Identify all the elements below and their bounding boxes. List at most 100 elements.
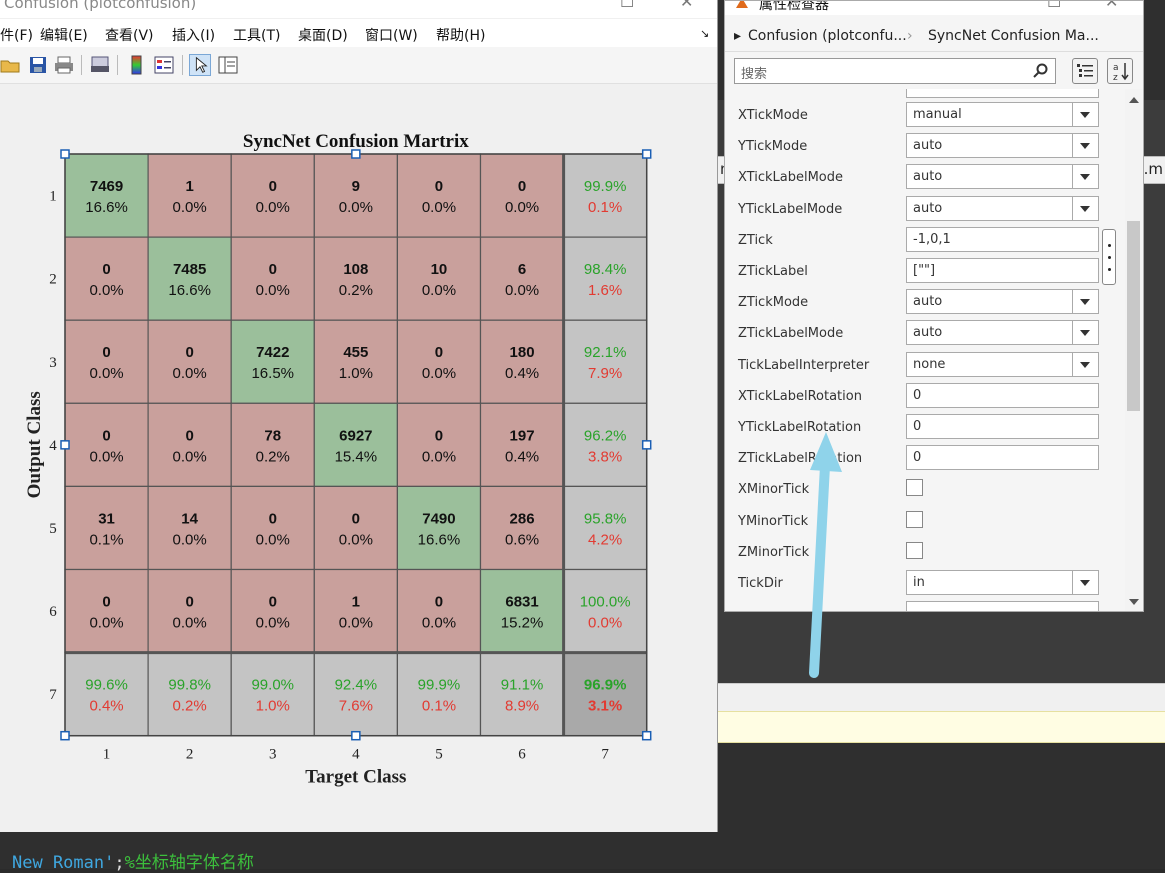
close-icon[interactable]: ✕ xyxy=(1105,1,1118,11)
cell-count: 99.9% xyxy=(584,178,627,195)
property-dropdown[interactable]: none xyxy=(906,351,1099,377)
property-text-field[interactable]: 0 xyxy=(906,414,1099,439)
breadcrumb-figure[interactable]: Confusion (plotconfu... xyxy=(748,28,907,44)
pointer-icon[interactable] xyxy=(189,54,211,76)
property-text-field[interactable]: 0 xyxy=(906,445,1099,471)
menu-item[interactable]: 件(F) xyxy=(0,25,33,45)
cell-count: 0 xyxy=(102,261,110,278)
property-dropdown[interactable]: in xyxy=(906,570,1099,595)
menu-item[interactable]: 窗口(W) xyxy=(365,25,418,45)
cell-count: 98.4% xyxy=(584,261,627,278)
menu-item[interactable]: 编辑(E) xyxy=(40,25,88,45)
selection-handle[interactable] xyxy=(641,149,652,159)
property-value: auto xyxy=(913,200,943,216)
inspector-scrollbar[interactable] xyxy=(1125,89,1142,611)
property-dropdown[interactable]: auto xyxy=(906,133,1099,159)
menu-item[interactable]: 查看(V) xyxy=(105,25,154,45)
save-icon[interactable] xyxy=(27,54,49,76)
maximize-icon[interactable]: ☐ xyxy=(620,0,634,11)
selection-handle[interactable] xyxy=(351,730,361,741)
cell-count: 7422 xyxy=(256,344,289,361)
cell-percent: 0.0% xyxy=(89,615,123,632)
property-value: 0 xyxy=(913,419,922,434)
open-folder-icon[interactable] xyxy=(0,54,22,76)
dropdown-arrow-icon[interactable] xyxy=(1072,103,1098,126)
selection-handle[interactable] xyxy=(641,730,652,741)
property-row: ZMinorTick xyxy=(725,537,1125,568)
search-icon xyxy=(1033,63,1048,78)
property-name: ZTickLabelRotation xyxy=(738,451,863,467)
dropdown-arrow-icon[interactable] xyxy=(1072,290,1098,314)
dropdown-arrow-icon[interactable] xyxy=(1072,321,1098,345)
more-options-button[interactable] xyxy=(1102,229,1116,285)
selection-handle[interactable] xyxy=(60,440,70,450)
selection-handle[interactable] xyxy=(60,149,70,159)
property-dropdown[interactable]: auto xyxy=(906,164,1099,190)
property-search-input[interactable]: 搜索 xyxy=(734,58,1056,84)
property-checkbox[interactable] xyxy=(906,541,923,559)
property-dropdown[interactable]: auto xyxy=(906,289,1099,315)
property-text-field[interactable]: 0 xyxy=(906,382,1099,408)
cell-percent: 0.0% xyxy=(422,282,456,299)
property-name: YTickLabelRotation xyxy=(738,420,862,435)
menu-item[interactable]: 桌面(D) xyxy=(298,25,348,45)
cell-percent: 7.6% xyxy=(339,698,373,715)
property-dropdown[interactable]: auto xyxy=(906,195,1099,221)
selection-handle[interactable] xyxy=(351,149,361,159)
selection-handle[interactable] xyxy=(641,440,652,450)
breadcrumb-axes[interactable]: SyncNet Confusion Ma... xyxy=(928,28,1099,44)
property-name: XTickLabelMode xyxy=(738,170,843,186)
close-icon[interactable]: ✕ xyxy=(680,0,693,11)
property-dropdown[interactable]: auto xyxy=(906,320,1099,346)
scroll-up-icon[interactable] xyxy=(1129,97,1139,103)
maximize-icon[interactable]: ☐ xyxy=(1047,1,1061,11)
dropdown-arrow-icon[interactable] xyxy=(1072,134,1098,158)
property-checkbox[interactable] xyxy=(906,479,923,497)
matrix-cell xyxy=(396,485,482,571)
editor-code-line[interactable]: New Roman';%坐标轴字体名称 xyxy=(12,848,254,873)
menu-item[interactable]: 帮助(H) xyxy=(436,25,485,45)
property-editor-icon[interactable] xyxy=(217,54,239,76)
dropdown-arrow-icon[interactable] xyxy=(1072,165,1098,189)
print-icon[interactable] xyxy=(53,54,75,76)
cell-percent: 0.0% xyxy=(89,448,123,465)
matrix-cell xyxy=(313,485,398,571)
colorbar-icon[interactable] xyxy=(126,54,148,76)
cell-count: 197 xyxy=(510,427,535,444)
property-name: ZTickLabel xyxy=(738,264,808,279)
property-checkbox[interactable] xyxy=(906,510,923,528)
property-name: YTickLabelMode xyxy=(738,201,843,217)
property-dropdown[interactable]: manual xyxy=(906,102,1099,127)
cell-count: 286 xyxy=(510,510,535,527)
menu-overflow-icon[interactable]: ↘ xyxy=(700,27,709,40)
scrollbar-thumb[interactable] xyxy=(1127,221,1140,411)
property-row: XMinorTick xyxy=(725,474,1125,505)
matrix-cell xyxy=(64,319,149,404)
scroll-down-icon[interactable] xyxy=(1129,599,1139,605)
sort-alphabetical-button[interactable]: az xyxy=(1107,58,1133,84)
dropdown-arrow-icon[interactable] xyxy=(1072,352,1098,376)
cell-count: 7469 xyxy=(90,178,123,195)
matrix-cell xyxy=(230,402,315,487)
legend-icon[interactable] xyxy=(153,54,175,76)
confusion-matrix-chart[interactable]: 7469 16.6% 1 0.0% 0 0.0% 9 0.0% 0 0.0% 0 0.0% 99.9% 0… xyxy=(0,84,717,832)
matrix-cell xyxy=(64,402,149,487)
cell-percent: 7.9% xyxy=(588,365,622,382)
cell-count: 9 xyxy=(352,178,360,195)
breadcrumb-expand-icon[interactable]: ▸ xyxy=(734,28,741,44)
menu-item[interactable]: 工具(T) xyxy=(233,25,280,45)
property-value: manual xyxy=(913,107,962,122)
property-name: XTickLabelRotation xyxy=(738,388,862,404)
selection-handle[interactable] xyxy=(60,730,70,741)
group-by-category-button[interactable] xyxy=(1072,58,1098,84)
property-inspector: 属性检查器 ☐ ✕ ▸ Confusion (plotconfu... › Sy… xyxy=(724,0,1144,612)
property-name: XMinorTick xyxy=(738,482,810,498)
property-text-field[interactable]: -1,0,1 xyxy=(906,226,1099,252)
property-text-field[interactable]: [""] xyxy=(906,258,1099,283)
property-value: 0 xyxy=(913,387,922,403)
print-preview-icon[interactable] xyxy=(89,54,111,76)
dropdown-arrow-icon[interactable] xyxy=(1072,571,1098,594)
dropdown-arrow-icon[interactable] xyxy=(1072,196,1098,220)
menu-item[interactable]: 插入(I) xyxy=(172,25,215,45)
code-comment: %坐标轴字体名称 xyxy=(124,853,254,873)
